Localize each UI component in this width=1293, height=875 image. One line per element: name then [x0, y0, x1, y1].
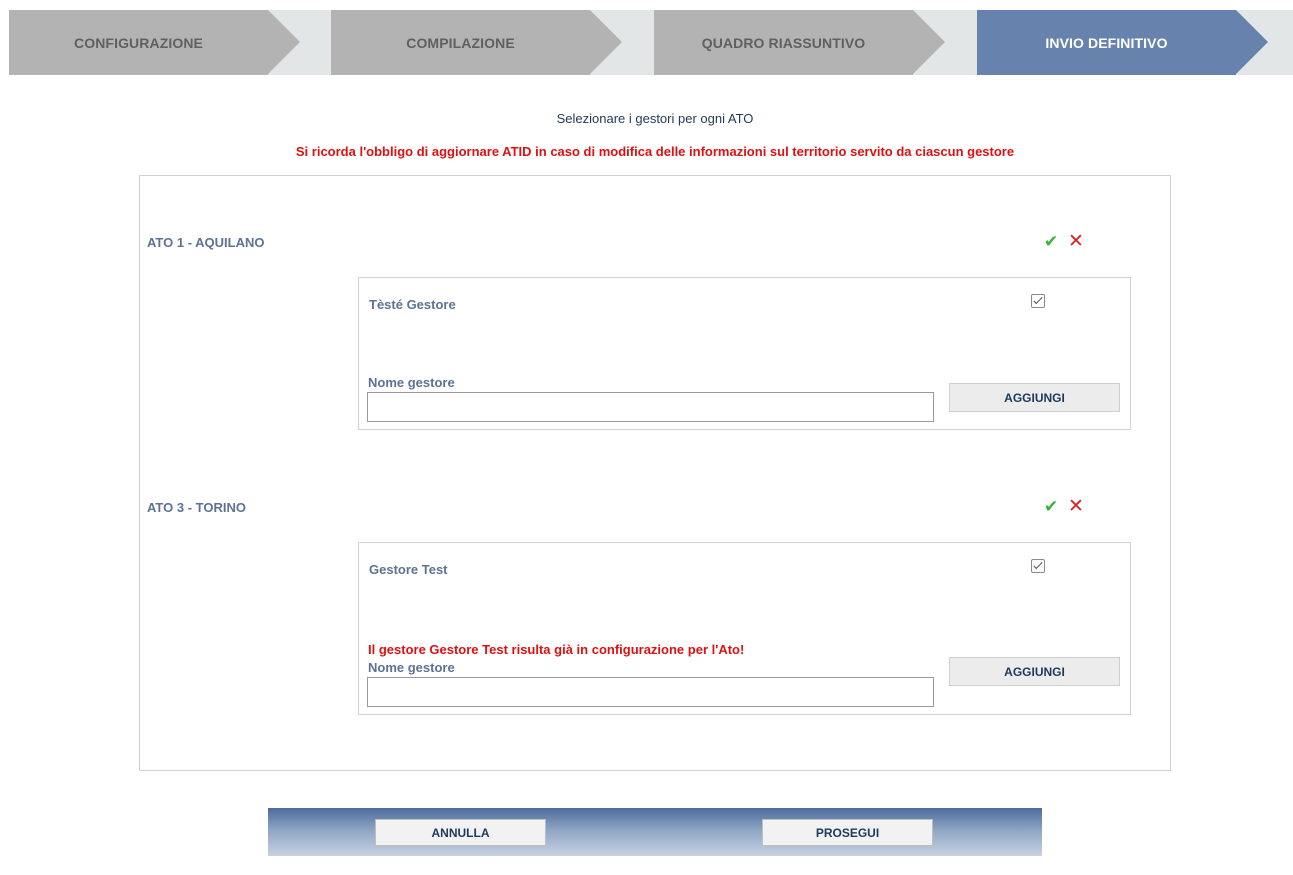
ato-selection-panel: ATO 1 - AQUILANO ✔ ✕ Tèsté Gestore Nome …: [139, 175, 1171, 771]
aggiungi-button[interactable]: AGGIUNGI: [949, 657, 1120, 686]
check-icon[interactable]: ✔: [1044, 232, 1058, 252]
ato-title-aquilano: ATO 1 - AQUILANO: [147, 235, 265, 250]
step-arrow: [268, 10, 300, 74]
atid-warning-message: Si ricorda l'obbligo di aggiornare ATID …: [295, 144, 1015, 159]
close-icon[interactable]: ✕: [1068, 495, 1084, 518]
footer-action-bar: ANNULLA PROSEGUI: [268, 808, 1042, 856]
nome-gestore-input[interactable]: [367, 677, 934, 707]
ato-title-torino: ATO 3 - TORINO: [147, 500, 246, 515]
step-arrow: [913, 10, 945, 74]
step-invio-definitivo[interactable]: INVIO DEFINITIVO: [977, 10, 1268, 75]
nome-gestore-input[interactable]: [367, 392, 934, 422]
step-configurazione[interactable]: CONFIGURAZIONE: [9, 10, 300, 75]
step-label: QUADRO RIASSUNTIVO: [701, 34, 866, 51]
gestore-duplicate-error: Il gestore Gestore Test risulta già in c…: [368, 642, 745, 657]
annulla-button[interactable]: ANNULLA: [375, 819, 546, 846]
nome-gestore-label: Nome gestore: [368, 660, 455, 675]
ato-actions: ✔ ✕: [1044, 230, 1104, 253]
gestore-checkbox[interactable]: [1031, 294, 1045, 308]
step-label: CONFIGURAZIONE: [74, 34, 203, 51]
gestore-checkbox[interactable]: [1031, 559, 1045, 573]
nome-gestore-label: Nome gestore: [368, 375, 455, 390]
close-icon[interactable]: ✕: [1068, 230, 1084, 253]
step-arrow: [590, 10, 622, 74]
page-subtitle: Selezionare i gestori per ogni ATO: [556, 111, 754, 126]
aggiungi-button[interactable]: AGGIUNGI: [949, 383, 1120, 412]
prosegui-button[interactable]: PROSEGUI: [762, 819, 933, 846]
step-label: INVIO DEFINITIVO: [1045, 34, 1168, 51]
step-arrow: [1236, 10, 1268, 74]
step-progress-bar: CONFIGURAZIONE COMPILAZIONE QUADRO RIASS…: [9, 10, 1293, 75]
step-quadro-riassuntivo[interactable]: QUADRO RIASSUNTIVO: [654, 10, 945, 75]
gestore-box-torino: Gestore Test Il gestore Gestore Test ris…: [358, 542, 1131, 715]
ato-actions: ✔ ✕: [1044, 495, 1104, 518]
check-icon[interactable]: ✔: [1044, 497, 1058, 517]
step-label: COMPILAZIONE: [406, 34, 515, 51]
step-compilazione[interactable]: COMPILAZIONE: [331, 10, 622, 75]
gestore-box-aquilano: Tèsté Gestore Nome gestore AGGIUNGI: [358, 277, 1131, 430]
gestore-name: Gestore Test: [369, 562, 448, 577]
gestore-name: Tèsté Gestore: [369, 297, 456, 312]
